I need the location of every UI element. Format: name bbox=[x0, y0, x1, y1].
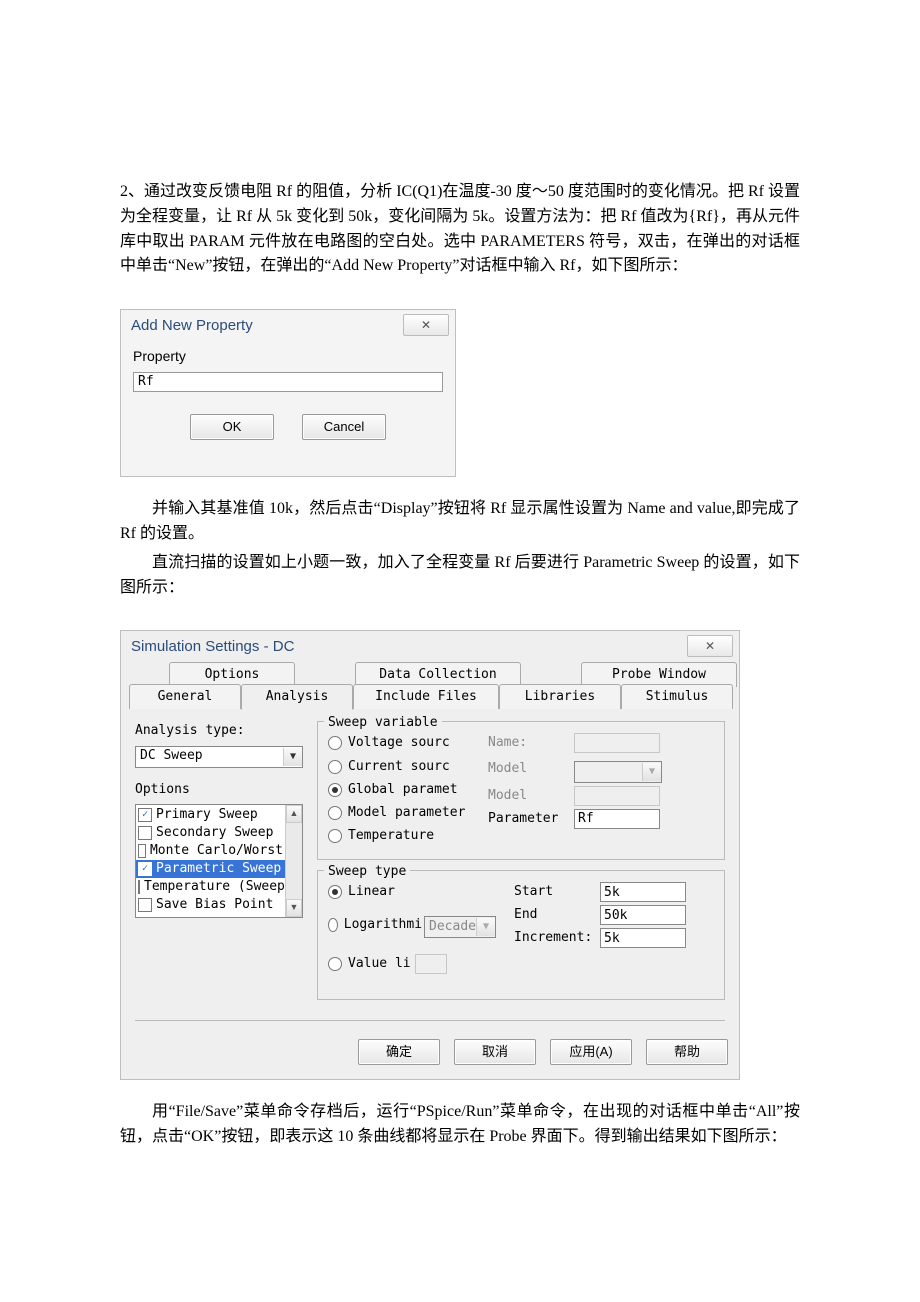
start-label: Start bbox=[514, 882, 600, 902]
checkbox-icon[interactable] bbox=[138, 880, 140, 894]
list-item[interactable]: Monte Carlo/Worst bbox=[136, 842, 285, 860]
radio[interactable] bbox=[328, 736, 342, 750]
list-item[interactable]: Temperature (Sweep bbox=[136, 878, 285, 896]
name-input bbox=[574, 733, 660, 753]
options-listbox[interactable]: ✓Primary SweepSecondary SweepMonte Carlo… bbox=[135, 804, 303, 918]
value-list-radio[interactable] bbox=[328, 957, 342, 971]
parameter-input[interactable] bbox=[574, 809, 660, 829]
tab-analysis[interactable]: Analysis bbox=[241, 684, 353, 710]
radio-label: Model parameter bbox=[348, 803, 474, 823]
increment-label: Increment: bbox=[514, 928, 600, 948]
scroll-up-icon[interactable]: ▲ bbox=[286, 805, 302, 823]
checkbox-icon[interactable] bbox=[138, 826, 152, 840]
checkbox-icon[interactable] bbox=[138, 898, 152, 912]
close-icon[interactable]: ✕ bbox=[687, 635, 733, 657]
simulation-settings-dialog: Simulation Settings - DC ✕ Options Data … bbox=[120, 630, 740, 1080]
scrollbar[interactable]: ▲ ▼ bbox=[285, 805, 302, 917]
group-title: Sweep type bbox=[324, 862, 410, 882]
checkbox-icon[interactable]: ✓ bbox=[138, 808, 152, 822]
radio[interactable] bbox=[328, 806, 342, 820]
end-label: End bbox=[514, 905, 600, 925]
parameter-label: Parameter bbox=[488, 809, 574, 829]
dialog-title: Simulation Settings - DC bbox=[131, 635, 294, 658]
radio-label: Current sourc bbox=[348, 757, 474, 777]
logarithmic-label: Logarithmi bbox=[344, 915, 422, 935]
options-label: Options bbox=[135, 780, 303, 800]
radio[interactable] bbox=[328, 783, 342, 797]
chevron-down-icon: ▼ bbox=[283, 748, 302, 766]
start-input[interactable] bbox=[600, 882, 686, 902]
model-type-combo: ▼ bbox=[574, 761, 662, 783]
chevron-down-icon: ▼ bbox=[642, 763, 661, 781]
logarithmic-radio[interactable] bbox=[328, 918, 338, 932]
help-button[interactable]: 帮助 bbox=[646, 1039, 728, 1065]
model-name-label: Model bbox=[488, 786, 574, 806]
close-icon[interactable]: ✕ bbox=[403, 314, 449, 336]
sweep-variable-group: Sweep variable Voltage sourcCurrent sour… bbox=[317, 721, 725, 860]
tab-include-files[interactable]: Include Files bbox=[353, 684, 499, 709]
sweep-type-group: Sweep type Linear Logarithmi Decade▼ Val… bbox=[317, 870, 725, 1000]
checkbox-icon[interactable]: ✓ bbox=[138, 862, 152, 876]
name-label: Name: bbox=[488, 733, 574, 753]
analysis-type-combo[interactable]: DC Sweep ▼ bbox=[135, 746, 303, 768]
radio[interactable] bbox=[328, 829, 342, 843]
radio-label: Global paramet bbox=[348, 780, 474, 800]
checkbox-icon[interactable] bbox=[138, 844, 146, 858]
analysis-type-value: DC Sweep bbox=[140, 746, 203, 766]
radio-label: Temperature bbox=[348, 826, 474, 846]
paragraph-2: 并输入其基准值 10k，然后点击“Display”按钮将 Rf 显示属性设置为 … bbox=[120, 497, 800, 547]
value-list-label: Value li bbox=[348, 954, 411, 974]
apply-button[interactable]: 应用(A) bbox=[550, 1039, 632, 1065]
model-name-input bbox=[574, 786, 660, 806]
list-item-label: Save Bias Point bbox=[156, 895, 273, 915]
paragraph-3: 直流扫描的设置如上小题一致，加入了全程变量 Rf 后要进行 Parametric… bbox=[120, 551, 800, 601]
tab-libraries[interactable]: Libraries bbox=[499, 684, 621, 709]
increment-input[interactable] bbox=[600, 928, 686, 948]
log-scale-combo: Decade▼ bbox=[424, 916, 496, 938]
ok-button[interactable]: OK bbox=[190, 414, 274, 440]
paragraph-1: 2、通过改变反馈电阻 Rf 的阻值，分析 IC(Q1)在温度-30 度～50 度… bbox=[120, 180, 800, 279]
cancel-button[interactable]: 取消 bbox=[454, 1039, 536, 1065]
radio-label: Voltage sourc bbox=[348, 733, 474, 753]
list-item[interactable]: ✓Parametric Sweep bbox=[136, 860, 285, 878]
model-type-label: Model bbox=[488, 759, 574, 779]
analysis-type-label: Analysis type: bbox=[135, 721, 303, 741]
list-item[interactable]: ✓Primary Sweep bbox=[136, 806, 285, 824]
end-input[interactable] bbox=[600, 905, 686, 925]
radio[interactable] bbox=[328, 760, 342, 774]
chevron-down-icon: ▼ bbox=[476, 918, 495, 936]
list-item[interactable]: Secondary Sweep bbox=[136, 824, 285, 842]
scroll-down-icon[interactable]: ▼ bbox=[286, 899, 302, 917]
tab-stimulus[interactable]: Stimulus bbox=[621, 684, 733, 709]
linear-radio[interactable] bbox=[328, 885, 342, 899]
ok-button[interactable]: 确定 bbox=[358, 1039, 440, 1065]
value-list-input bbox=[415, 954, 447, 974]
dialog-title: Add New Property bbox=[131, 314, 253, 337]
paragraph-4: 用“File/Save”菜单命令存档后，运行“PSpice/Run”菜单命令，在… bbox=[120, 1100, 800, 1150]
add-new-property-dialog: Add New Property ✕ Property OK Cancel bbox=[120, 309, 456, 477]
property-input[interactable] bbox=[133, 372, 443, 392]
cancel-button[interactable]: Cancel bbox=[302, 414, 386, 440]
list-item[interactable]: Save Bias Point bbox=[136, 896, 285, 914]
group-title: Sweep variable bbox=[324, 713, 442, 733]
linear-label: Linear bbox=[348, 882, 474, 902]
property-label: Property bbox=[133, 346, 443, 368]
log-scale-value: Decade bbox=[429, 917, 476, 937]
tab-general[interactable]: General bbox=[129, 684, 241, 709]
